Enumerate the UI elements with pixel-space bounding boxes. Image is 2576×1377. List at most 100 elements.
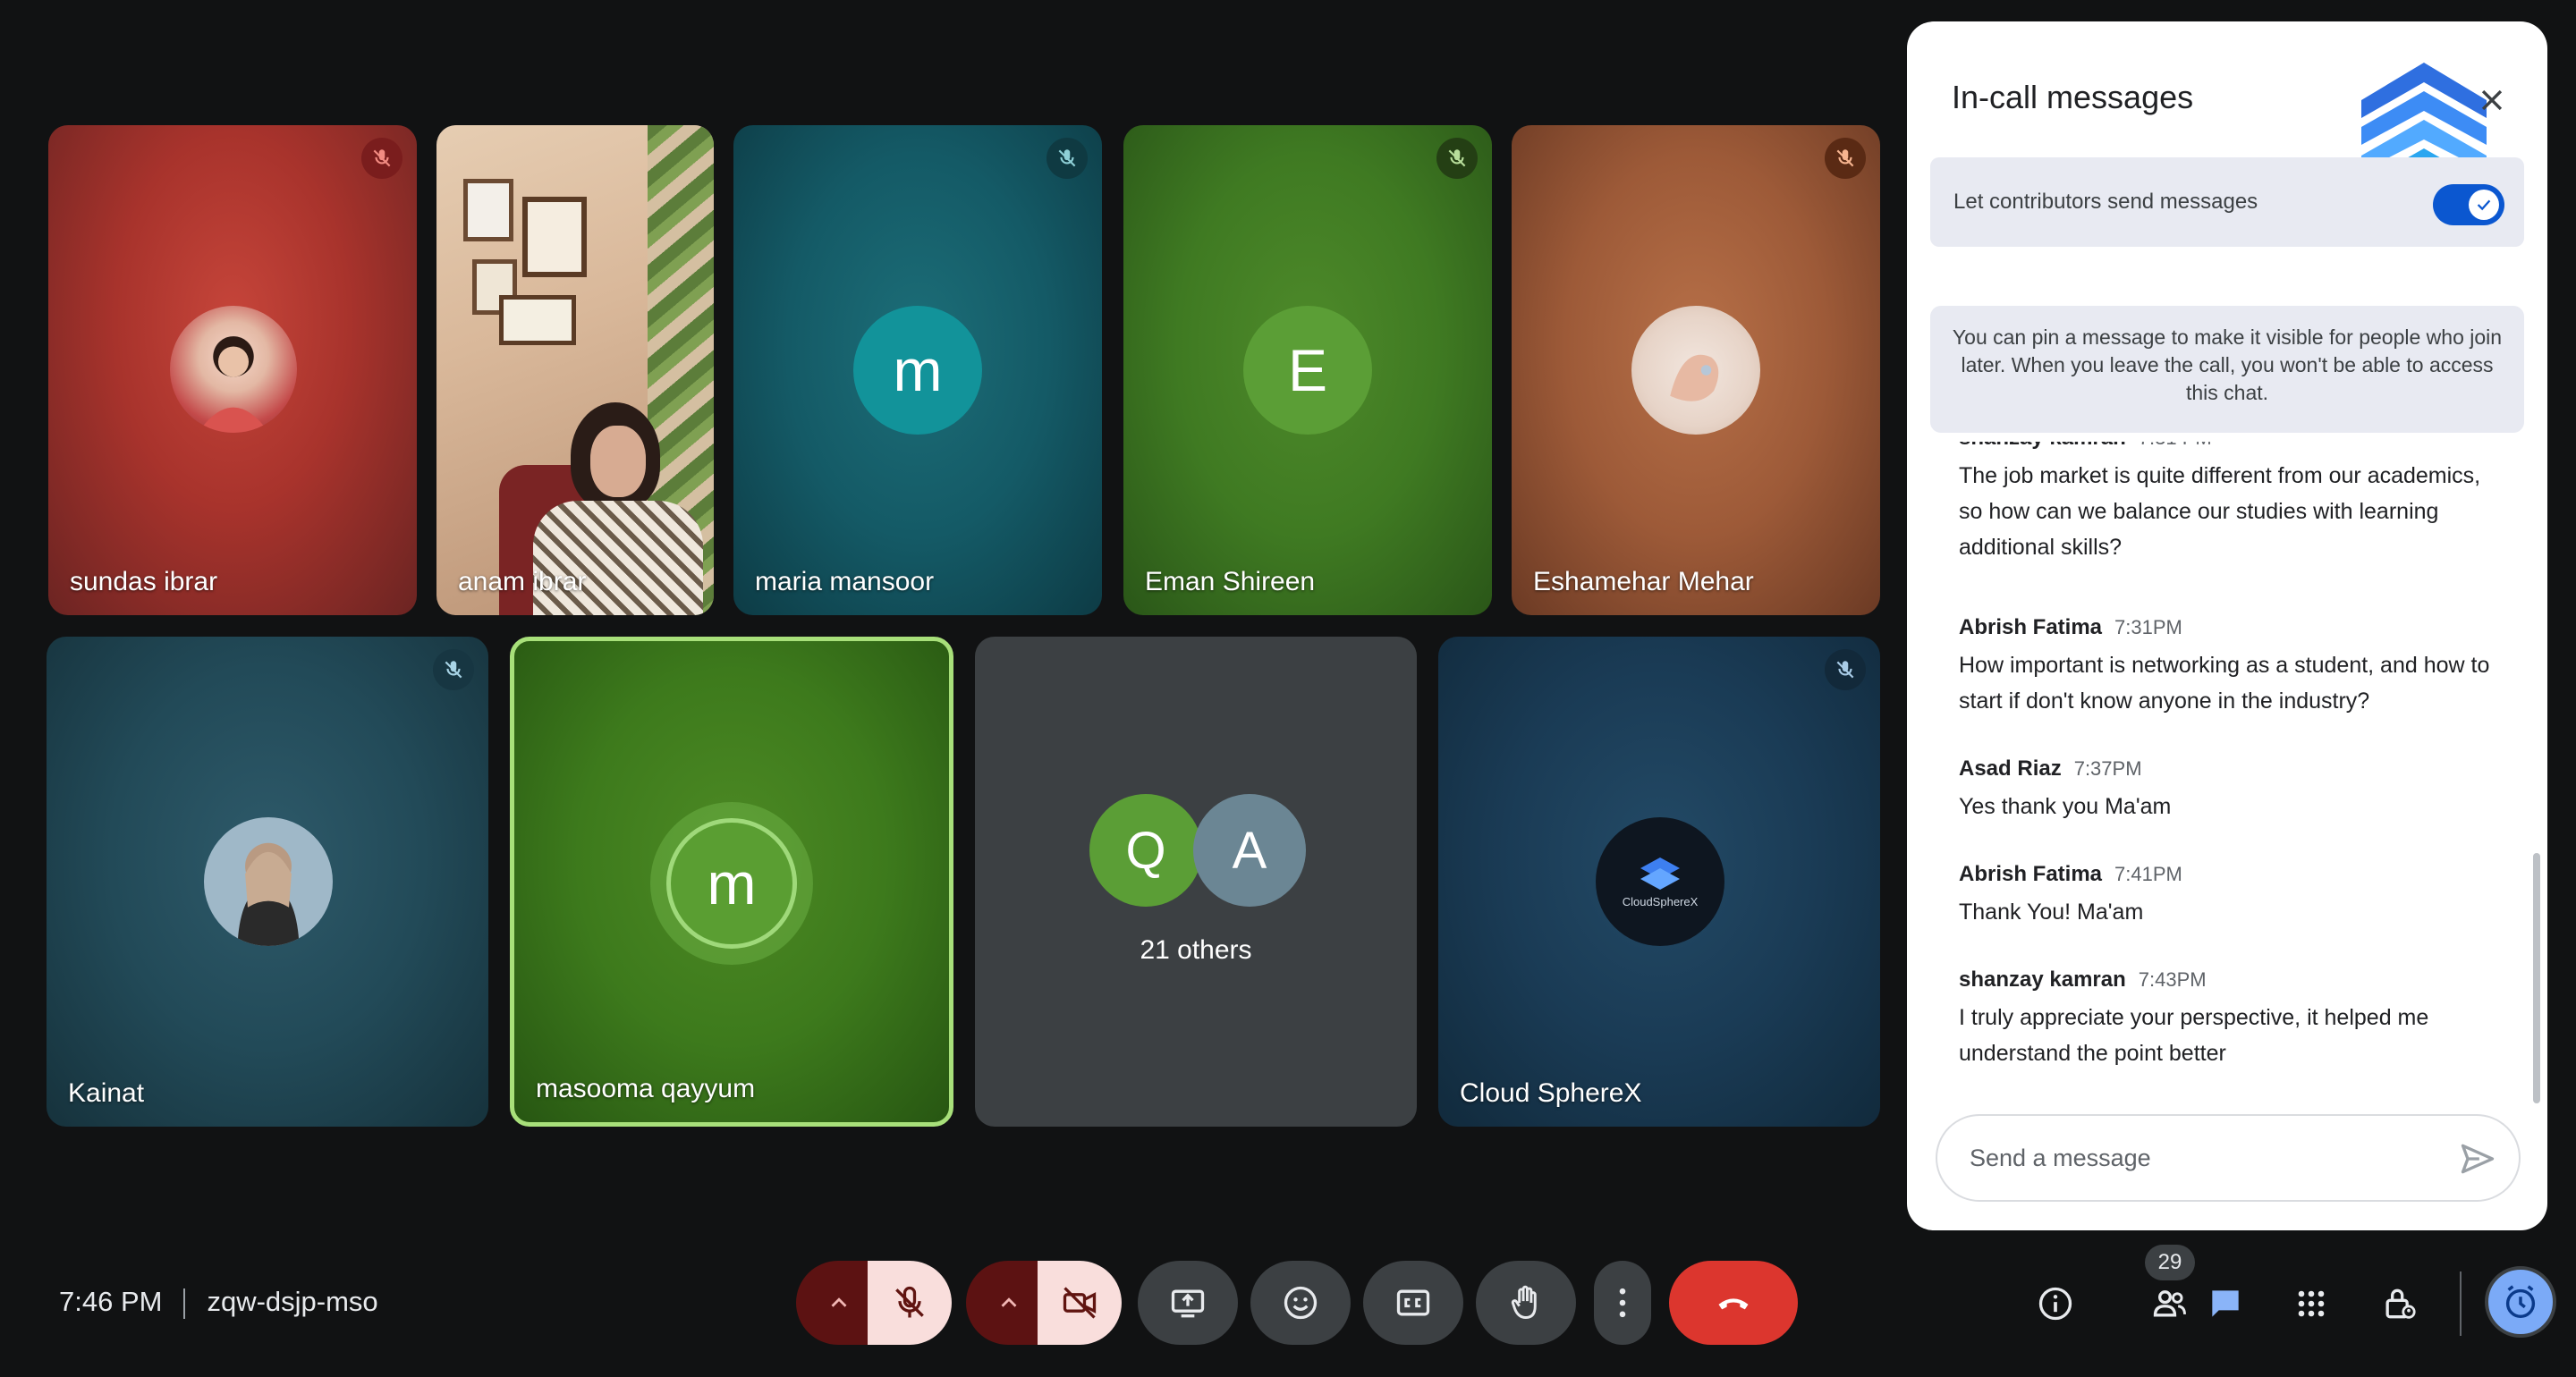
self-avatar-button[interactable] (2485, 1266, 2556, 1338)
participant-tile-anam[interactable]: anam ibrar (436, 125, 714, 615)
chat-message: Abrish Fatima 7:31PM How important is net… (1959, 615, 2496, 719)
participant-name: Eman Shireen (1145, 567, 1316, 596)
divider (183, 1288, 186, 1319)
in-call-messages-panel: In-call messages Let contributors send m… (1907, 21, 2547, 1230)
activities-button[interactable] (2284, 1277, 2338, 1331)
person-body-shape (533, 501, 703, 615)
participant-photo-avatar (170, 306, 297, 433)
participant-name: maria mansoor (755, 567, 935, 596)
participant-name: masooma qayyum (536, 1074, 756, 1103)
info-icon (2038, 1287, 2072, 1321)
message-sender: shanzay kamran (1959, 442, 2126, 450)
letter-avatar: m (853, 306, 982, 435)
participant-photo-avatar (1631, 306, 1760, 435)
camera-off-icon (1063, 1287, 1097, 1319)
meeting-info: 7:46 PM zqw-dsjp-mso (59, 1286, 378, 1319)
participant-tile-eman[interactable]: E Eman Shireen (1123, 125, 1492, 615)
letter-avatar: E (1243, 306, 1372, 435)
mic-off-icon (895, 1286, 924, 1318)
participant-tile-cloudspherex[interactable]: CloudSphereX Cloud SphereX (1438, 637, 1880, 1127)
chat-message: Abrish Fatima 7:41PM Thank You! Ma'am (1959, 862, 2496, 930)
message-sender: Asad Riaz (1959, 756, 2062, 781)
people-icon (2153, 1290, 2186, 1317)
participant-tile-eshamehar[interactable]: Eshamehar Mehar (1512, 125, 1880, 615)
participant-photo-avatar (204, 817, 333, 946)
cloudspherex-logo-avatar: CloudSphereX (1596, 817, 1724, 946)
more-options-button[interactable] (1594, 1261, 1651, 1345)
person-face-shape (590, 426, 646, 497)
participant-name: Eshamehar Mehar (1533, 567, 1754, 596)
host-controls-button[interactable] (2372, 1277, 2426, 1331)
chat-icon (2212, 1290, 2239, 1317)
raise-hand-button[interactable] (1476, 1261, 1576, 1345)
participant-tile-kainat[interactable]: Kainat (47, 637, 488, 1127)
participant-name: sundas ibrar (70, 567, 218, 596)
message-time: 7:37PM (2073, 757, 2142, 780)
participant-tile-sundas[interactable]: sundas ibrar (48, 125, 417, 615)
mic-toggle-button[interactable] (868, 1261, 952, 1345)
others-count-label: 21 others (1140, 935, 1252, 965)
meeting-code: zqw-dsjp-mso (207, 1286, 378, 1317)
letter-avatar: m (666, 818, 797, 949)
chat-button[interactable] (2199, 1277, 2252, 1331)
timer-icon (2505, 1285, 2536, 1319)
toggle-label: Let contributors send messages (1953, 190, 2258, 214)
message-list[interactable]: shanzay kamran 7:31 PM The job market is … (1907, 442, 2547, 1121)
captions-icon (1396, 1289, 1430, 1316)
message-sender: Abrish Fatima (1959, 862, 2103, 886)
message-time: 7:31 PM (2139, 442, 2212, 449)
participant-name: anam ibrar (458, 567, 587, 596)
send-message-input[interactable]: Send a message (1936, 1114, 2521, 1202)
message-sender: Abrish Fatima (1959, 615, 2103, 639)
leave-call-button[interactable] (1669, 1261, 1798, 1345)
chat-message: shanzay kamran 7:31 PM The job market is … (1959, 442, 2496, 565)
present-screen-icon (1171, 1289, 1205, 1318)
message-text: I truly appreciate your perspective, it … (1959, 1005, 2429, 1066)
others-tile[interactable]: Q A 21 others (975, 637, 1417, 1127)
reactions-button[interactable] (1250, 1261, 1351, 1345)
message-text: The job market is quite different from o… (1959, 463, 2481, 560)
captions-button[interactable] (1363, 1261, 1463, 1345)
participant-tile-masooma[interactable]: m masooma qayyum (510, 637, 953, 1127)
send-message-placeholder: Send a message (1970, 1145, 2151, 1171)
meeting-time: 7:46 PM (59, 1286, 163, 1317)
send-icon[interactable] (2458, 1139, 2497, 1178)
apps-grid-icon (2298, 1290, 2325, 1317)
chat-message: shanzay kamran 7:43PM I truly appreciate … (1959, 967, 2496, 1071)
message-time: 7:43PM (2138, 968, 2207, 991)
more-vert-icon (1619, 1288, 1626, 1318)
participant-name: Kainat (68, 1078, 145, 1108)
meeting-details-button[interactable] (2029, 1277, 2082, 1331)
message-sender: shanzay kamran (1959, 967, 2126, 992)
message-text: How important is networking as a student… (1959, 653, 2490, 714)
muted-mic-icon (1046, 138, 1088, 179)
message-time: 7:31PM (2114, 616, 2182, 638)
hand-icon (1511, 1285, 1537, 1319)
participant-tile-maria[interactable]: m maria mansoor (733, 125, 1102, 615)
letter-avatar: Q (1089, 794, 1202, 907)
letter-avatar: A (1193, 794, 1306, 907)
message-scrollbar[interactable] (2533, 853, 2540, 1103)
chat-message: Asad Riaz 7:37PM Yes thank you Ma'am (1959, 756, 2496, 824)
logo-text: CloudSphereX (1622, 894, 1699, 908)
panel-title: In-call messages (1952, 79, 2194, 115)
contributors-toggle-row: Let contributors send messages (1930, 157, 2524, 247)
close-icon[interactable] (2470, 79, 2513, 122)
muted-mic-icon (433, 649, 474, 690)
message-text: Yes thank you Ma'am (1959, 794, 2172, 819)
message-time: 7:41PM (2114, 863, 2182, 885)
toolbar-divider (2460, 1271, 2462, 1336)
people-button[interactable] (2143, 1277, 2197, 1331)
muted-mic-icon (1825, 138, 1866, 179)
end-call-icon (1718, 1298, 1749, 1310)
emoji-icon (1284, 1286, 1318, 1320)
participant-name: Cloud SphereX (1460, 1078, 1642, 1108)
participant-count-badge: 29 (2145, 1245, 2195, 1280)
present-screen-button[interactable] (1138, 1261, 1238, 1345)
muted-mic-icon (1825, 649, 1866, 690)
camera-toggle-button[interactable] (1038, 1261, 1122, 1345)
chevron-up-icon (1001, 1297, 1017, 1307)
wall-frame-decoration (499, 295, 576, 345)
contributors-toggle[interactable] (2433, 184, 2504, 225)
chevron-up-icon (831, 1297, 847, 1307)
